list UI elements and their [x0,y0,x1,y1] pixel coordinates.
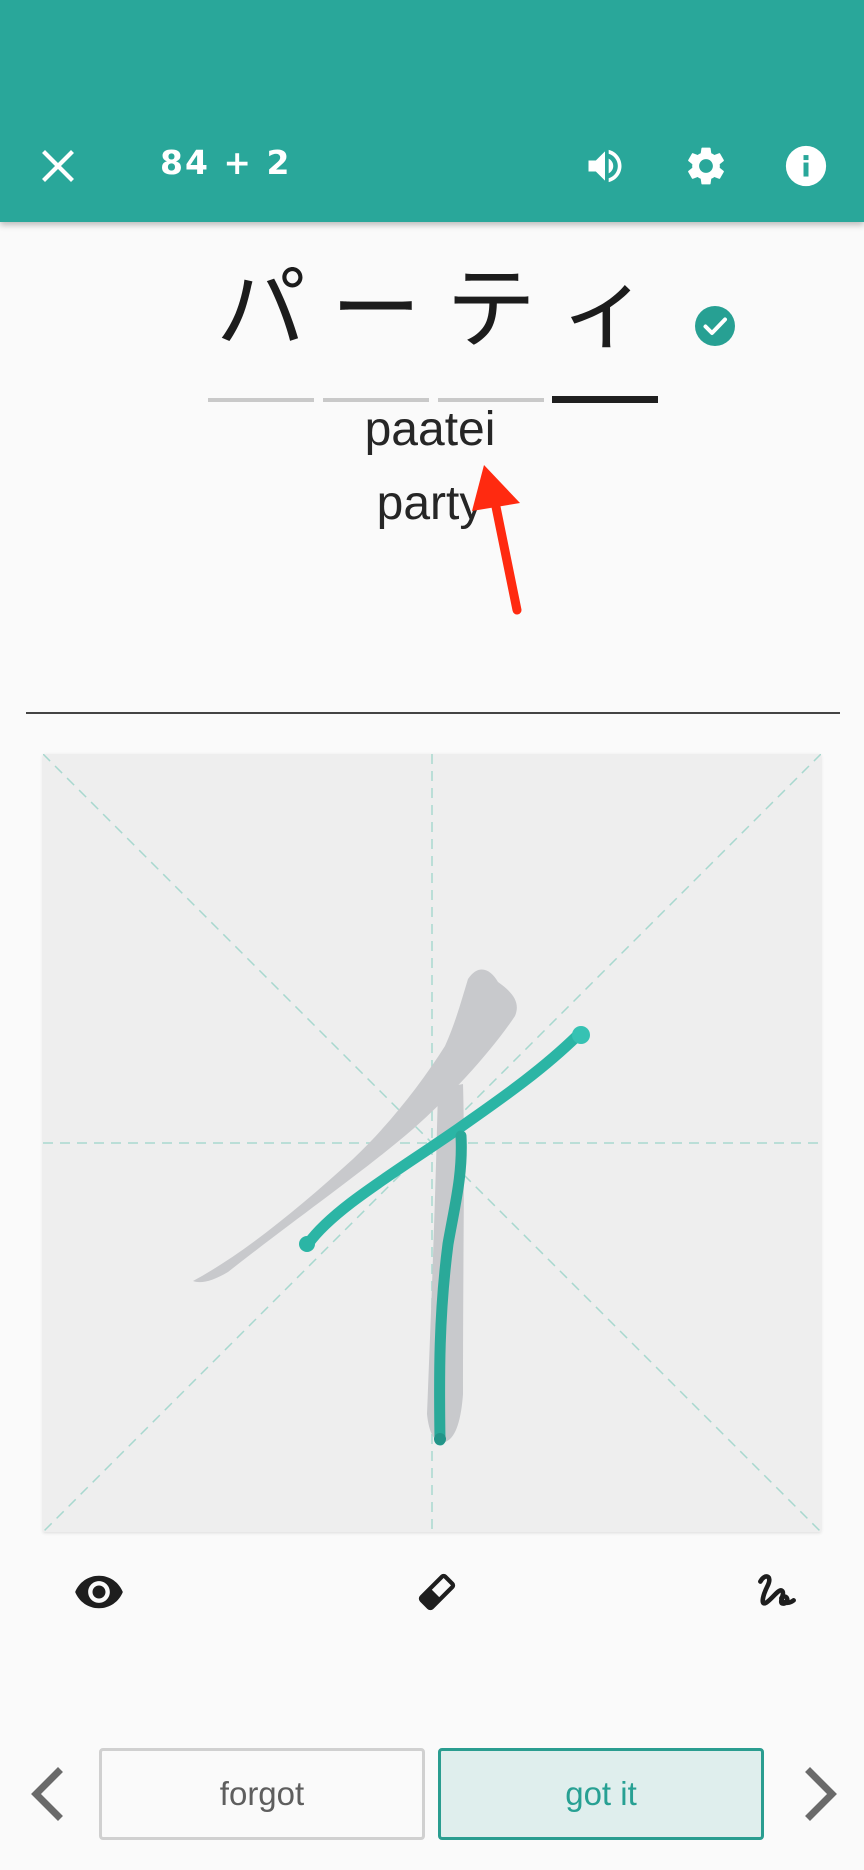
annotation-arrow-icon [472,465,522,615]
eye-icon [75,1575,123,1609]
app-bar: 84 + 2 [0,0,864,222]
volume-icon [588,149,622,183]
stroke-dot [434,1433,446,1445]
drawing-canvas[interactable] [43,754,821,1532]
check-circle-icon [695,306,735,346]
kana-character: パ [216,257,306,362]
kana-character: ィ [560,257,650,362]
show-hint-button[interactable] [67,1560,131,1624]
section-divider [26,712,840,714]
drawing-pad[interactable] [43,754,821,1532]
info-icon [785,145,827,187]
chevron-right-icon [805,1767,837,1821]
chevron-left-icon [31,1767,63,1821]
kana-cell-active: ィ [552,255,658,403]
erase-button[interactable] [405,1560,469,1624]
sound-button[interactable] [577,138,633,194]
meaning-text: party [0,476,864,531]
review-counter: 84 + 2 [160,143,292,182]
romaji-text: paatei [0,402,864,457]
next-button[interactable] [796,1762,848,1826]
info-button[interactable] [778,138,834,194]
romaji-value: paatei [364,403,496,456]
eraser-icon [418,1573,456,1611]
settings-button[interactable] [678,138,734,194]
kana-cell: テ [438,255,544,402]
kana-character: テ [446,257,536,362]
kana-cell: ー [323,255,429,402]
got-it-button[interactable]: got it [438,1748,764,1840]
previous-button[interactable] [20,1762,72,1826]
kana-cell: パ [208,255,314,402]
stroke-dot [299,1236,315,1252]
stroke-dot [572,1026,590,1044]
close-icon [42,150,74,182]
stroke-order-button[interactable] [745,1560,809,1624]
forgot-button[interactable]: forgot [99,1748,425,1840]
settings-icon [688,147,724,185]
stroke-icon [758,1574,796,1606]
close-button[interactable] [30,138,86,194]
kana-character: ー [331,257,421,362]
